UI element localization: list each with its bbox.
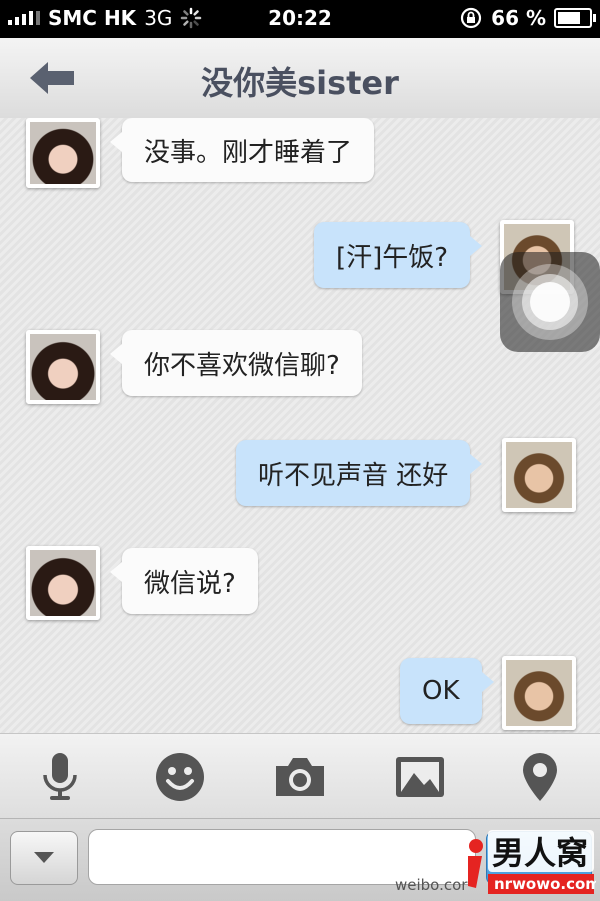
photo-album-button[interactable] xyxy=(390,747,450,807)
contact-avatar[interactable] xyxy=(26,118,100,188)
chat-message-list[interactable]: 没事。刚才睡着了 [汗]午饭? 你不喜欢微信聊? 听不见声音 还好 微信说? O… xyxy=(0,118,600,733)
my-avatar[interactable] xyxy=(502,656,576,730)
message-bubble-incoming[interactable]: 你不喜欢微信聊? xyxy=(110,330,362,396)
expand-toolbar-button[interactable] xyxy=(10,831,78,885)
voice-button[interactable] xyxy=(30,747,90,807)
camera-button[interactable] xyxy=(270,747,330,807)
my-avatar[interactable] xyxy=(502,438,576,512)
message-bubble-outgoing[interactable]: 听不见声音 还好 xyxy=(236,440,483,506)
camera-icon xyxy=(276,757,324,796)
microphone-icon xyxy=(43,752,77,800)
emoji-button[interactable] xyxy=(150,747,210,807)
location-icon xyxy=(523,752,557,801)
assistive-touch-ring xyxy=(530,282,570,322)
emoji-icon xyxy=(156,752,204,801)
rotation-lock-icon xyxy=(461,7,482,29)
contact-avatar[interactable] xyxy=(26,330,100,404)
battery-percent: 66 % xyxy=(491,6,546,30)
svg-text:男人窝: 男人窝 xyxy=(492,834,588,872)
location-button[interactable] xyxy=(510,747,570,807)
site-watermark-logo: 男人窝 nrwowo.com xyxy=(468,830,596,894)
photo-icon xyxy=(396,756,444,797)
attachment-toolbar xyxy=(0,733,600,819)
message-bubble-incoming[interactable]: 微信说? xyxy=(110,548,258,614)
weibo-watermark: weibo.cor xyxy=(395,876,468,894)
contact-avatar[interactable] xyxy=(26,546,100,620)
assistive-touch-button[interactable] xyxy=(500,252,600,352)
message-bubble-outgoing[interactable]: OK xyxy=(400,658,493,724)
status-bar: SMC HK 3G 20:22 66 % xyxy=(0,0,600,38)
navigation-bar: 没你美sister xyxy=(0,38,600,119)
message-bubble-outgoing[interactable]: [汗]午饭? xyxy=(314,222,483,288)
battery-icon xyxy=(554,8,596,28)
message-bubble-incoming[interactable]: 没事。刚才睡着了 xyxy=(109,118,375,182)
svg-text:nrwowo.com: nrwowo.com xyxy=(494,875,596,893)
page-title: 没你美sister xyxy=(201,64,399,102)
